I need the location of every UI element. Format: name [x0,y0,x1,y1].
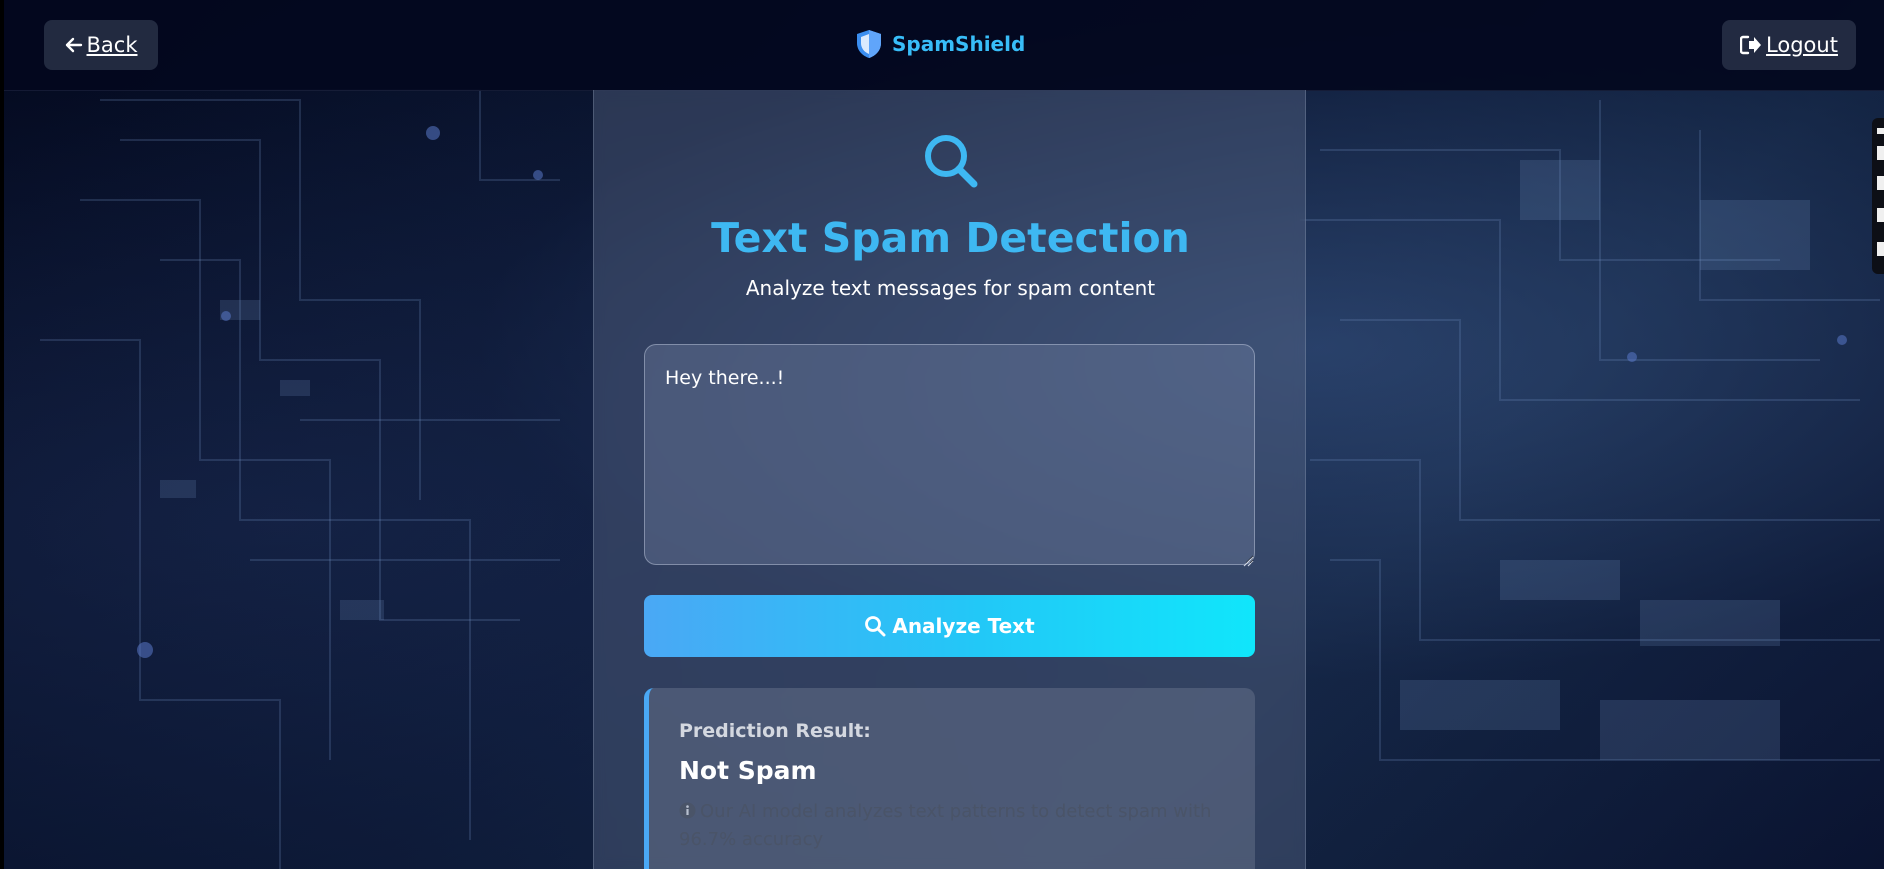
analyze-label: Analyze Text [892,614,1035,638]
brand-name: SpamShield [892,32,1026,56]
page-subtitle: Analyze text messages for spam content [745,276,1156,300]
shield-icon [856,29,882,59]
brand-logo[interactable]: SpamShield [856,28,1025,60]
result-note: Our AI model analyzes text patterns to d… [679,799,1225,853]
top-navbar: Back SpamShield Logout [4,0,1884,91]
result-note-text: Our AI model analyzes text patterns to d… [679,801,1212,850]
toolbar-item[interactable] [1877,146,1884,160]
page-title: Text Spam Detection [711,214,1190,262]
toolbar-item[interactable] [1877,176,1884,190]
sign-out-icon [1740,35,1762,55]
arrow-left-icon [65,36,83,54]
analyze-text-button[interactable]: Analyze Text [644,595,1255,657]
toolbar-item[interactable] [1877,208,1884,222]
detection-card: Text Spam Detection Analyze text message… [593,90,1306,869]
logout-button[interactable]: Logout [1722,20,1856,70]
prediction-result-panel: Prediction Result: Not Spam Our AI model… [644,688,1255,869]
back-label: Back [86,33,138,57]
toolbar-item[interactable] [1877,242,1884,256]
resize-handle[interactable] [1242,552,1252,567]
logout-label: Logout [1766,33,1838,57]
floating-side-toolbar[interactable] [1872,118,1884,274]
window-edge [0,0,4,869]
result-value: Not Spam [679,756,817,785]
search-icon [864,615,886,637]
info-circle-icon [679,801,696,827]
result-heading: Prediction Result: [679,720,871,742]
toolbar-item[interactable] [1877,128,1884,134]
magnifier-icon [920,130,982,192]
back-button[interactable]: Back [44,20,158,70]
message-input[interactable] [644,344,1255,565]
